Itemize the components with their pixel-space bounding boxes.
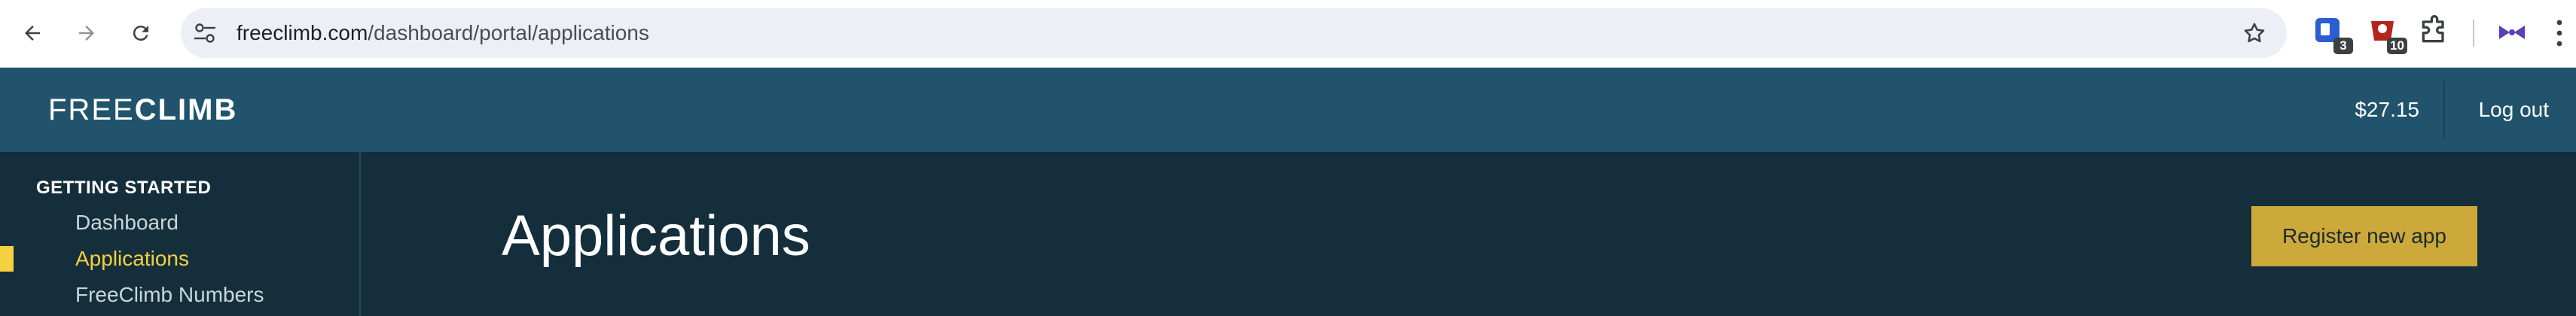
back-button[interactable] bbox=[15, 16, 50, 50]
reload-icon bbox=[133, 26, 148, 41]
bookmark-star-icon[interactable] bbox=[2242, 20, 2267, 46]
header-divider bbox=[2443, 81, 2445, 138]
logo-light-text: FREE bbox=[48, 93, 135, 126]
register-new-app-button[interactable]: Register new app bbox=[2251, 206, 2477, 266]
site-settings-icon[interactable] bbox=[193, 22, 217, 44]
extension-2[interactable]: 10 bbox=[2365, 14, 2407, 54]
url-text[interactable]: freeclimb.com/dashboard/portal/applicati… bbox=[237, 8, 649, 58]
sidebar: GETTING STARTED Dashboard Applications F… bbox=[0, 152, 361, 316]
app-header: FREECLIMB $27.15 Log out bbox=[0, 68, 2576, 152]
back-arrow-icon bbox=[25, 26, 40, 41]
page-title: Applications bbox=[502, 204, 810, 268]
reload-button[interactable] bbox=[124, 16, 158, 50]
url-host: freeclimb.com bbox=[237, 21, 368, 44]
address-bar[interactable]: freeclimb.com/dashboard/portal/applicati… bbox=[181, 8, 2287, 58]
sidebar-heading: GETTING STARTED bbox=[36, 178, 212, 198]
freeclimb-logo[interactable]: FREECLIMB bbox=[48, 90, 237, 129]
more-menu-icon[interactable] bbox=[2552, 17, 2567, 50]
main-content: Applications Register new app bbox=[362, 152, 2576, 316]
sidebar-item-dashboard[interactable]: Dashboard bbox=[75, 211, 179, 235]
account-balance: $27.15 bbox=[2355, 98, 2419, 121]
extension-1[interactable]: 3 bbox=[2311, 14, 2353, 54]
forward-button[interactable] bbox=[69, 16, 104, 50]
extensions-menu-button[interactable] bbox=[2418, 14, 2455, 51]
sidebar-item-freeclimb-numbers[interactable]: FreeClimb Numbers bbox=[75, 283, 264, 307]
url-path: /dashboard/portal/applications bbox=[368, 21, 649, 44]
extension-badge: 10 bbox=[2387, 38, 2407, 54]
active-item-marker bbox=[0, 246, 14, 272]
toolbar-divider bbox=[2473, 20, 2474, 47]
forward-arrow-icon bbox=[79, 26, 94, 41]
bow-tie-icon bbox=[2499, 26, 2525, 39]
profile-button[interactable] bbox=[2493, 14, 2531, 51]
logo-bold-text: CLIMB bbox=[134, 93, 238, 126]
extension-badge: 3 bbox=[2333, 38, 2353, 54]
sidebar-item-applications[interactable]: Applications bbox=[75, 247, 189, 271]
extensions-puzzle-icon bbox=[2422, 15, 2444, 43]
browser-toolbar: freeclimb.com/dashboard/portal/applicati… bbox=[0, 0, 2576, 68]
logout-link[interactable]: Log out bbox=[2479, 68, 2549, 152]
